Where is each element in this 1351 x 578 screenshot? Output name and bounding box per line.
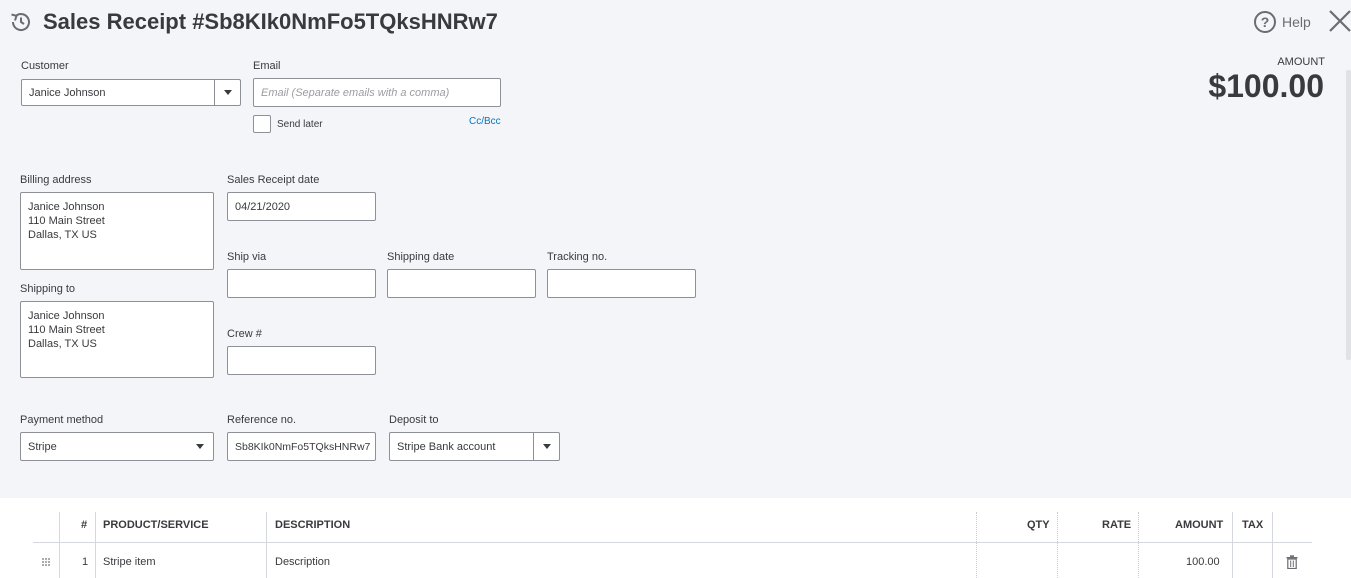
deposit-to-value: Stripe Bank account bbox=[397, 440, 496, 453]
row-num: 1 bbox=[82, 556, 89, 568]
payment-method-label: Payment method bbox=[20, 414, 104, 426]
chevron-down-icon[interactable] bbox=[533, 433, 559, 460]
customer-label: Customer bbox=[21, 60, 69, 72]
line-items-table: # PRODUCT/SERVICE DESCRIPTION QTY RATE A… bbox=[0, 498, 1351, 578]
help-label: Help bbox=[1282, 14, 1311, 30]
shipping-to-label: Shipping to bbox=[20, 283, 76, 295]
billing-address-label: Billing address bbox=[20, 174, 92, 186]
crew-label: Crew # bbox=[227, 328, 262, 340]
deposit-to-label: Deposit to bbox=[389, 414, 439, 426]
col-divider bbox=[1272, 512, 1273, 578]
crew-field[interactable] bbox=[227, 346, 376, 375]
chevron-down-icon[interactable] bbox=[187, 433, 213, 460]
customer-value: Janice Johnson bbox=[29, 86, 106, 99]
col-header-tax: TAX bbox=[1242, 519, 1264, 531]
header-divider bbox=[33, 542, 1312, 543]
reference-value: Sb8KIk0NmFo5TQksHNRw7 bbox=[235, 440, 371, 453]
chevron-down-icon[interactable] bbox=[214, 80, 240, 105]
payment-method-select[interactable]: Stripe bbox=[20, 432, 214, 461]
payment-method-value: Stripe bbox=[28, 440, 57, 453]
ship-via-field[interactable] bbox=[227, 269, 376, 298]
shipping-date-field[interactable] bbox=[387, 269, 536, 298]
email-field[interactable]: Email (Separate emails with a comma) bbox=[253, 78, 501, 107]
col-divider bbox=[266, 512, 267, 578]
trash-icon[interactable] bbox=[1286, 555, 1298, 569]
tracking-field[interactable] bbox=[547, 269, 696, 298]
receipt-date-label: Sales Receipt date bbox=[227, 174, 320, 186]
customer-select[interactable]: Janice Johnson bbox=[21, 79, 241, 106]
billing-address-field[interactable]: Janice Johnson 110 Main Street Dallas, T… bbox=[20, 192, 214, 270]
receipt-date-field[interactable]: 04/21/2020 bbox=[227, 192, 376, 221]
cc-bcc-link[interactable]: Cc/Bcc bbox=[469, 116, 501, 127]
amount-total: $100.00 bbox=[1208, 68, 1324, 104]
row-description[interactable]: Description bbox=[275, 556, 330, 568]
drag-handle-icon[interactable] bbox=[41, 557, 51, 567]
deposit-to-select[interactable]: Stripe Bank account bbox=[389, 432, 560, 461]
col-header-num: # bbox=[81, 519, 88, 531]
col-divider bbox=[976, 512, 977, 578]
scrollbar[interactable] bbox=[1346, 70, 1351, 360]
email-label: Email bbox=[253, 60, 281, 72]
row-amount[interactable]: 100.00 bbox=[1186, 556, 1220, 568]
tracking-label: Tracking no. bbox=[547, 251, 608, 263]
history-icon[interactable] bbox=[8, 9, 34, 35]
reference-label: Reference no. bbox=[227, 414, 297, 426]
col-divider bbox=[1057, 512, 1058, 578]
col-divider bbox=[59, 512, 60, 578]
col-header-product: PRODUCT/SERVICE bbox=[103, 519, 209, 531]
send-later-checkbox[interactable] bbox=[253, 115, 271, 133]
reference-field[interactable]: Sb8KIk0NmFo5TQksHNRw7 bbox=[227, 432, 376, 461]
email-placeholder: Email (Separate emails with a comma) bbox=[261, 86, 450, 99]
page-title: Sales Receipt #Sb8KIk0NmFo5TQksHNRw7 bbox=[43, 9, 498, 34]
receipt-date-value: 04/21/2020 bbox=[235, 200, 291, 213]
col-header-rate: RATE bbox=[1102, 519, 1132, 531]
amount-label: AMOUNT bbox=[1277, 56, 1325, 68]
col-header-qty: QTY bbox=[1027, 519, 1050, 531]
shipping-date-label: Shipping date bbox=[387, 251, 455, 263]
help-button[interactable]: ? Help bbox=[1254, 10, 1311, 34]
col-divider bbox=[95, 512, 96, 578]
help-icon: ? bbox=[1254, 11, 1276, 33]
row-product[interactable]: Stripe item bbox=[103, 556, 156, 568]
col-divider bbox=[1138, 512, 1139, 578]
col-header-description: DESCRIPTION bbox=[275, 519, 351, 531]
col-header-amount: AMOUNT bbox=[1175, 519, 1224, 531]
close-icon[interactable] bbox=[1328, 9, 1351, 33]
col-divider bbox=[1232, 512, 1233, 578]
ship-via-label: Ship via bbox=[227, 251, 267, 263]
send-later-label: Send later bbox=[277, 119, 323, 130]
shipping-to-field[interactable]: Janice Johnson 110 Main Street Dallas, T… bbox=[20, 301, 214, 378]
